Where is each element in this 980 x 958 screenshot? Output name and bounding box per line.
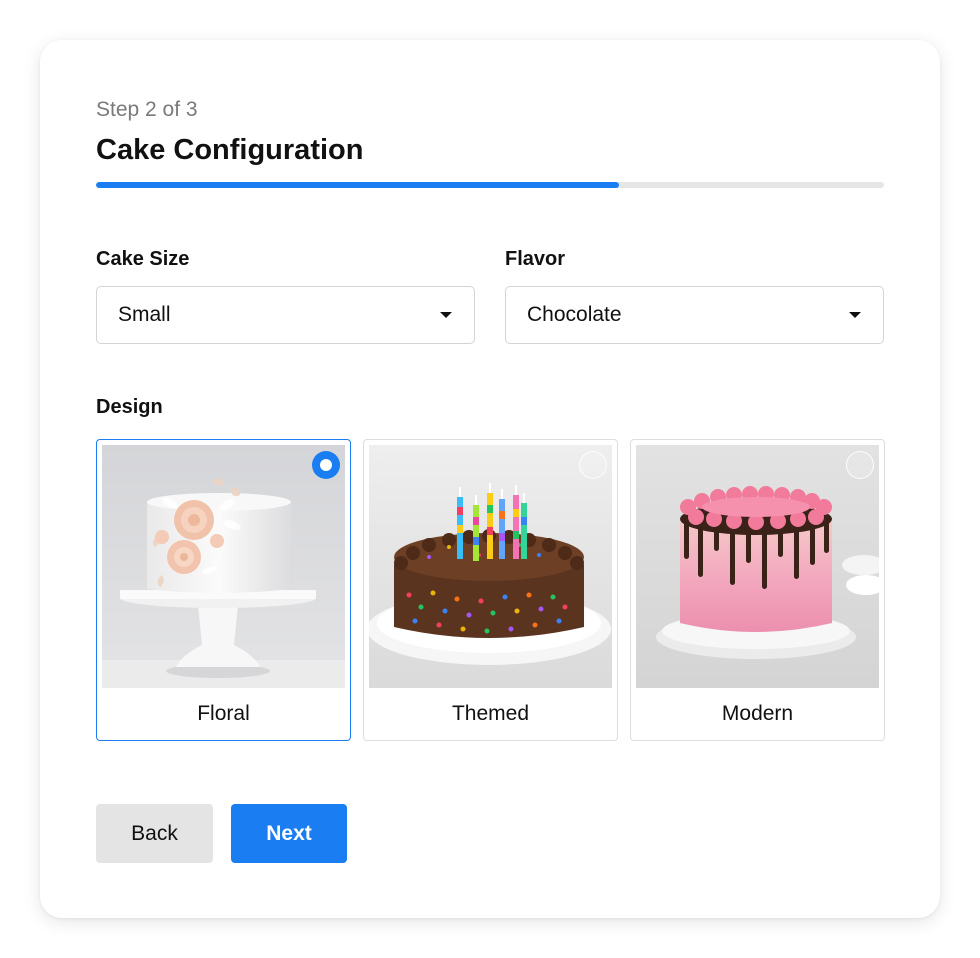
design-caption: Modern xyxy=(721,702,794,725)
themed-cake-image xyxy=(369,445,612,688)
design-caption: Themed xyxy=(451,702,530,725)
caret-down-icon xyxy=(440,312,452,318)
caret-down-icon xyxy=(849,312,861,318)
flavor-value: Chocolate xyxy=(527,303,622,326)
step-indicator: Step 2 of 3 xyxy=(96,98,198,121)
cake-size-value: Small xyxy=(118,303,171,326)
design-caption: Floral xyxy=(197,702,250,725)
flavor-label: Flavor xyxy=(505,248,566,270)
design-radio[interactable] xyxy=(579,451,607,479)
page-title: Cake Configuration xyxy=(96,134,364,166)
cake-size-select[interactable]: Small xyxy=(96,286,475,344)
design-option-floral[interactable]: Floral xyxy=(96,439,351,741)
flavor-select[interactable]: Chocolate xyxy=(505,286,884,344)
design-label: Design xyxy=(96,396,163,418)
design-option-modern[interactable]: Modern xyxy=(630,439,885,741)
next-button[interactable]: Next xyxy=(231,804,347,863)
back-button[interactable]: Back xyxy=(96,804,213,863)
cake-size-label: Cake Size xyxy=(96,248,190,270)
design-option-themed[interactable]: Themed xyxy=(363,439,618,741)
progress-bar xyxy=(96,182,884,188)
design-radio[interactable] xyxy=(846,451,874,479)
progress-bar-fill xyxy=(96,182,620,188)
floral-cake-image xyxy=(102,445,345,688)
design-radio[interactable] xyxy=(312,451,340,479)
modern-cake-image xyxy=(636,445,879,688)
wizard-card: Step 2 of 3 Cake Configuration Cake Size… xyxy=(40,40,940,918)
